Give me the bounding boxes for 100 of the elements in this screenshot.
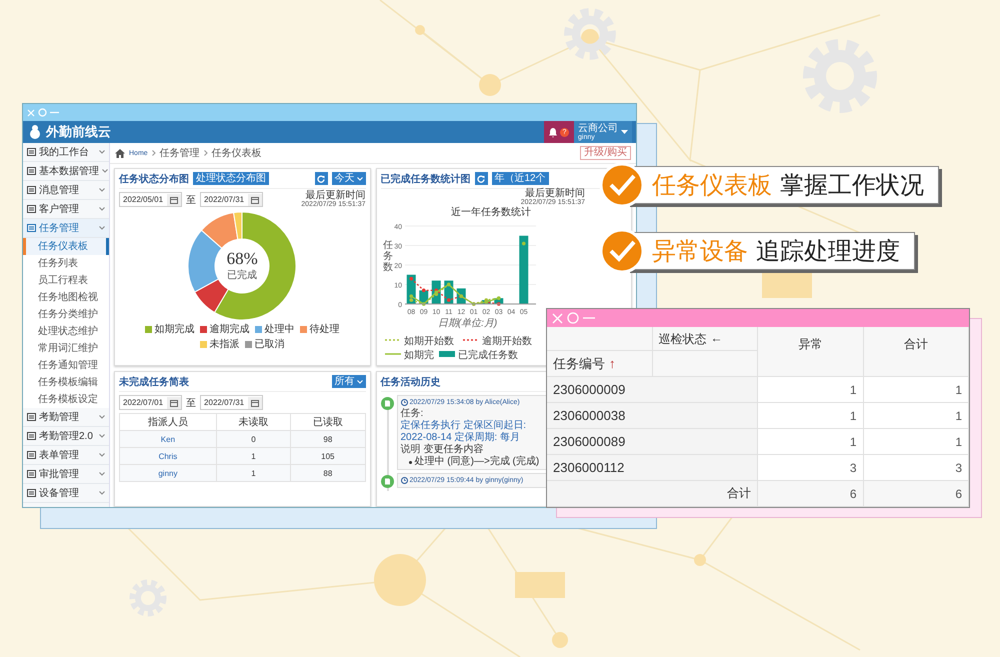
date-field[interactable]: 2022/05/01 xyxy=(119,192,182,207)
callout-highlight: 任务仪表板 xyxy=(652,171,772,201)
sidebar-item[interactable]: 设备管理 xyxy=(23,484,109,503)
table-cell: 0 xyxy=(216,430,291,448)
close-icon[interactable] xyxy=(552,312,563,324)
menu-icon xyxy=(27,432,36,440)
assignee-link[interactable]: ginny xyxy=(120,464,216,482)
table-cell: 1 xyxy=(758,429,864,455)
caret-icon xyxy=(356,380,362,384)
legend-label: 逾期完成 xyxy=(209,322,250,336)
sidebar-item[interactable]: 消息管理 xyxy=(23,181,109,200)
table-cell: 1 xyxy=(758,403,864,429)
sidebar-subitem[interactable]: 任务仪表板 xyxy=(23,238,109,255)
bullet-icon xyxy=(408,460,412,464)
range-separator: 至 xyxy=(186,194,196,206)
assignee-link[interactable]: Ken xyxy=(120,430,216,448)
app-logo: 外勤前线云 xyxy=(46,123,111,141)
restore-icon[interactable] xyxy=(567,312,579,324)
chart-point xyxy=(521,242,526,246)
table-header-cell: 指派人员 xyxy=(120,414,216,430)
menu-icon xyxy=(27,148,36,156)
network-node xyxy=(374,554,426,606)
chart-title: 近一年任务数统计 xyxy=(450,207,530,218)
date-field[interactable]: 2022/07/31 xyxy=(200,395,264,410)
chevron-icon xyxy=(99,491,105,495)
range-dropdown[interactable]: 年（近12个 xyxy=(492,172,549,185)
breadcrumb-link[interactable]: 任务管理 xyxy=(160,146,200,160)
panel-title: 未完成任务简表 xyxy=(119,375,189,388)
sidebar-subitem[interactable]: 处理状态维护 xyxy=(23,323,109,340)
refresh-button[interactable] xyxy=(474,172,488,185)
table-cell: 1 xyxy=(864,377,969,403)
sidebar-subitem[interactable]: 任务列表 xyxy=(23,255,109,272)
table-cell: 98 xyxy=(290,430,365,448)
filter-dropdown[interactable]: 所有 xyxy=(332,375,366,388)
callout-text: 掌握工作状况 xyxy=(780,171,924,201)
menu-icon xyxy=(27,413,36,421)
task-link[interactable]: 定保任务执行 定保区间起日: xyxy=(400,420,526,432)
table-cell: 1 xyxy=(758,377,864,403)
sidebar-item[interactable]: 我的工作台 xyxy=(23,143,109,162)
sidebar-item[interactable]: 考勤管理2.0 xyxy=(23,427,109,446)
calendar-icon[interactable] xyxy=(167,194,182,206)
axis-title: 日期(单位:月) xyxy=(437,318,497,329)
view-toggle-button[interactable]: 处理状态分布图 xyxy=(193,172,269,185)
sidebar-subitem[interactable]: 员工行程表 xyxy=(23,272,109,289)
clock-icon xyxy=(400,477,408,484)
range-separator: 至 xyxy=(186,396,196,410)
home-icon[interactable] xyxy=(115,148,125,158)
callout-highlight: 异常设备 xyxy=(652,237,748,267)
update-label: 最后更新时间 xyxy=(306,190,366,200)
network-node xyxy=(694,554,706,566)
field-label: 说明 xyxy=(400,444,420,456)
sidebar-subitem[interactable]: 任务模板编辑 xyxy=(23,374,109,391)
calendar-icon[interactable] xyxy=(167,396,182,408)
date-field[interactable]: 2022/07/31 xyxy=(200,192,264,207)
chevron-right-icon xyxy=(204,150,208,156)
sidebar-subitem[interactable]: 任务模板设定 xyxy=(23,391,109,408)
field-label: 任务: xyxy=(400,408,424,420)
range-dropdown[interactable]: 今天 xyxy=(332,172,366,185)
menu-icon xyxy=(27,489,36,497)
column-field-header[interactable]: 巡检状态 ← xyxy=(652,327,758,351)
sidebar-subitem[interactable]: 任务地图检视 xyxy=(23,289,109,306)
gear-icon xyxy=(562,6,618,62)
sidebar-subitem[interactable]: 任务分类维护 xyxy=(23,306,109,323)
network-node xyxy=(581,29,599,47)
table-cell: 6 xyxy=(758,481,864,507)
table-cell: 105 xyxy=(290,448,365,464)
chart-point xyxy=(446,298,450,302)
table-cell: 1 xyxy=(216,448,291,464)
table-cell: 6 xyxy=(864,481,969,507)
table-cell: 3 xyxy=(758,455,864,481)
sidebar-subitem[interactable]: 常用词汇维护 xyxy=(23,340,109,357)
completion-percent: 68% xyxy=(226,250,258,268)
row-field-header[interactable]: 任务编号 ↑ xyxy=(547,351,652,377)
table-cell: 88 xyxy=(290,464,365,482)
sidebar-subitem[interactable]: 任务通知管理 xyxy=(23,357,109,374)
sidebar-item[interactable]: 表单管理 xyxy=(23,446,109,465)
chevron-right-icon xyxy=(152,150,156,156)
chevron-icon xyxy=(99,434,105,438)
task-link[interactable]: 2022-08-14 定保周期: 每月 xyxy=(400,432,520,444)
calendar-icon[interactable] xyxy=(248,194,262,206)
assignee-link[interactable]: Chris xyxy=(120,448,216,464)
sidebar-item[interactable]: 审批管理 xyxy=(23,465,109,484)
panel-title: 任务状态分布图 xyxy=(119,172,189,186)
date-field[interactable]: 2022/07/01 xyxy=(119,395,182,410)
menu-icon xyxy=(27,205,36,213)
callout-text: 追踪处理进度 xyxy=(756,237,900,267)
calendar-icon[interactable] xyxy=(248,396,262,408)
caret-icon xyxy=(621,130,628,134)
breadcrumb-link[interactable]: 任务仪表板 xyxy=(212,146,262,160)
legend-swatch xyxy=(438,351,454,357)
change-text: 处理中 (同意)—>完成 (完成) xyxy=(414,456,540,468)
table-header-cell: 已读取 xyxy=(290,414,365,430)
sidebar-item[interactable]: 考勤管理 xyxy=(23,408,109,427)
refresh-button[interactable] xyxy=(314,172,328,185)
upgrade-button[interactable]: 升级/购买 xyxy=(580,146,631,160)
sidebar-item[interactable]: 基本数据管理 xyxy=(23,162,109,181)
sidebar-item[interactable]: 任务管理 xyxy=(23,219,109,238)
legend-label: 如期开始数 xyxy=(404,336,454,347)
table-cell: 1 xyxy=(864,403,969,429)
bell-icon[interactable] xyxy=(548,126,558,138)
